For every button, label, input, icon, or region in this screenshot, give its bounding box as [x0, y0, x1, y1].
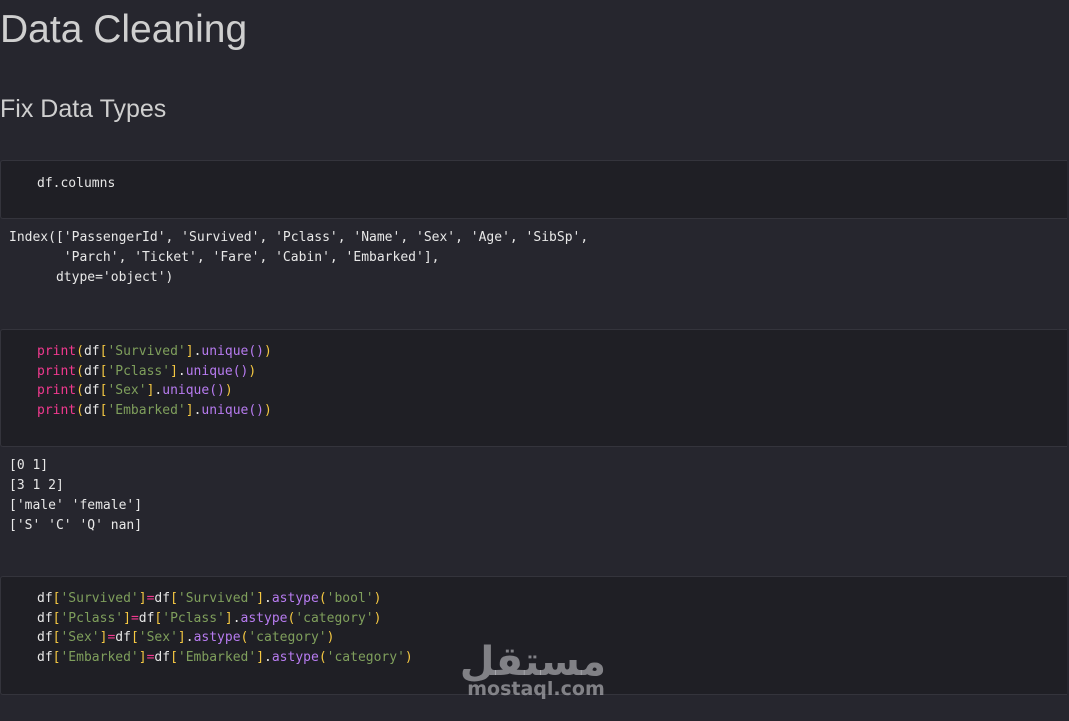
code-line: print(df['Survived'].unique()) [37, 344, 272, 359]
code-block: df['Survived']=df['Survived'].astype('bo… [37, 589, 413, 668]
code-line: print(df['Sex'].unique()) [37, 383, 233, 399]
page-title: Data Cleaning [0, 8, 248, 51]
notebook-page: Data Cleaning Fix Data Types df.columns … [0, 0, 1069, 721]
code-line: print(df['Embarked'].unique()) [37, 403, 272, 419]
watermark-latin: mostaql.com [467, 678, 605, 700]
output-line: [0 1] [9, 458, 49, 473]
mostaql-watermark: مستقل mostaql.com [460, 640, 607, 700]
code-cell-unique[interactable]: print(df['Survived'].unique()) print(df[… [0, 329, 1067, 447]
code-cell-columns[interactable]: df.columns [0, 160, 1067, 219]
code-block: print(df['Survived'].unique()) print(df[… [37, 342, 272, 421]
output-unique: [0 1] [3 1 2] ['male' 'female'] ['S' 'C'… [9, 456, 142, 536]
output-line: Index(['PassengerId', 'Survived', 'Pclas… [9, 230, 589, 245]
code-line: df.columns [37, 176, 116, 191]
output-line: 'Parch', 'Ticket', 'Fare', 'Cabin', 'Emb… [9, 250, 440, 265]
code-line: df['Survived']=df['Survived'].astype('bo… [37, 591, 382, 606]
code-line: df['Embarked']=df['Embarked'].astype('ca… [37, 650, 413, 666]
output-line: [3 1 2] [9, 478, 64, 493]
code-line: df['Sex']=df['Sex'].astype('category') [37, 630, 335, 646]
output-line: ['male' 'female'] [9, 498, 143, 513]
output-columns: Index(['PassengerId', 'Survived', 'Pclas… [9, 228, 588, 288]
code-line: print(df['Pclass'].unique()) [37, 363, 257, 379]
output-line: ['S' 'C' 'Q' nan] [9, 518, 143, 533]
output-line: dtype='object') [9, 270, 174, 285]
section-heading: Fix Data Types [0, 95, 167, 123]
code-line: df['Pclass']=df['Pclass'].astype('catego… [37, 610, 382, 626]
